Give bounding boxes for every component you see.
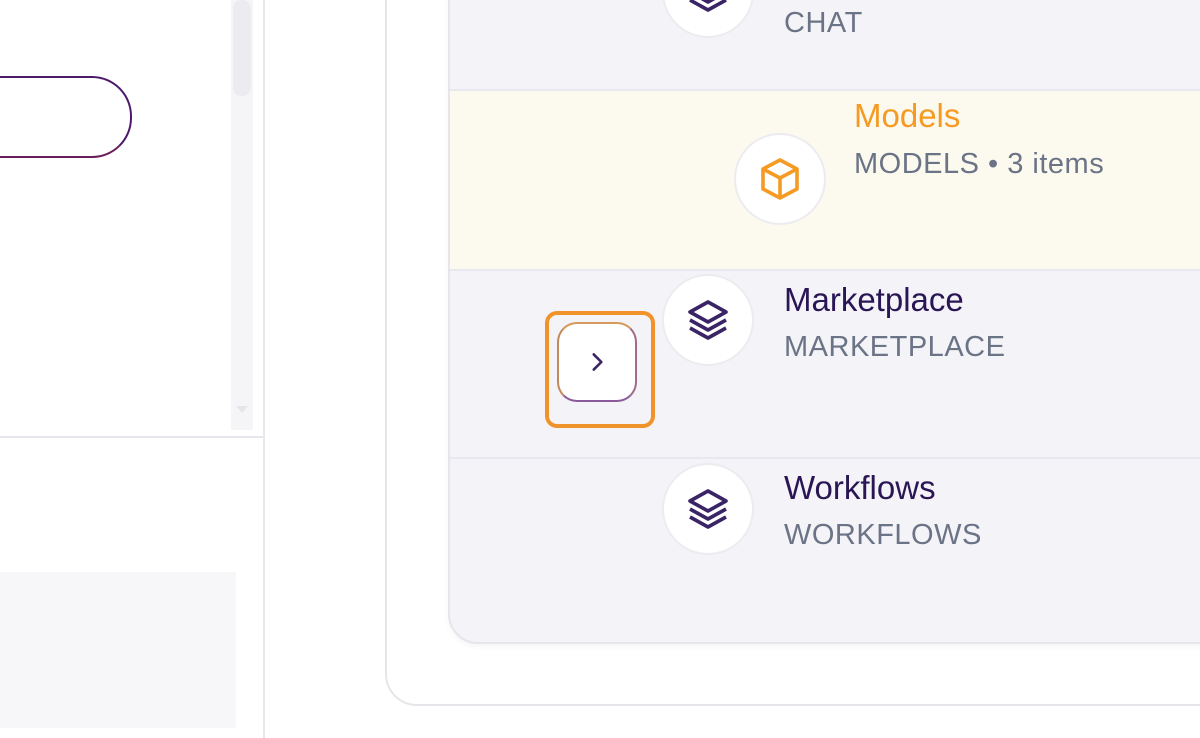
chevron-right-icon (592, 353, 603, 371)
layers-icon (662, 274, 754, 366)
left-divider (0, 436, 263, 438)
tree-node-subtitle: CHAT (784, 7, 863, 39)
tree-node-title: Marketplace (784, 281, 964, 318)
tree-row-workflows[interactable]: Workflows WORKFLOWS (450, 459, 1200, 642)
scroll-down-arrow-icon[interactable] (236, 406, 248, 413)
left-scrollbar-thumb[interactable] (233, 0, 251, 96)
tree-node-subtitle: MARKETPLACE (784, 331, 1006, 363)
left-panel (0, 0, 265, 738)
tree-node-subtitle: WORKFLOWS (784, 519, 982, 551)
layers-icon (662, 0, 754, 38)
tree-node-title: Models (854, 97, 961, 134)
left-footer-panel (0, 572, 236, 728)
left-input-field[interactable] (0, 76, 132, 158)
tree-row-chat[interactable]: CHAT (450, 0, 1200, 91)
layers-icon (662, 463, 754, 555)
tree-row-models[interactable]: Models MODELS • 3 items (450, 91, 1200, 271)
tree-node-title: Workflows (784, 469, 936, 506)
cube-icon (734, 133, 826, 225)
expand-marketplace-button[interactable] (557, 322, 637, 402)
tree-node-subtitle: MODELS • 3 items (854, 148, 1105, 180)
